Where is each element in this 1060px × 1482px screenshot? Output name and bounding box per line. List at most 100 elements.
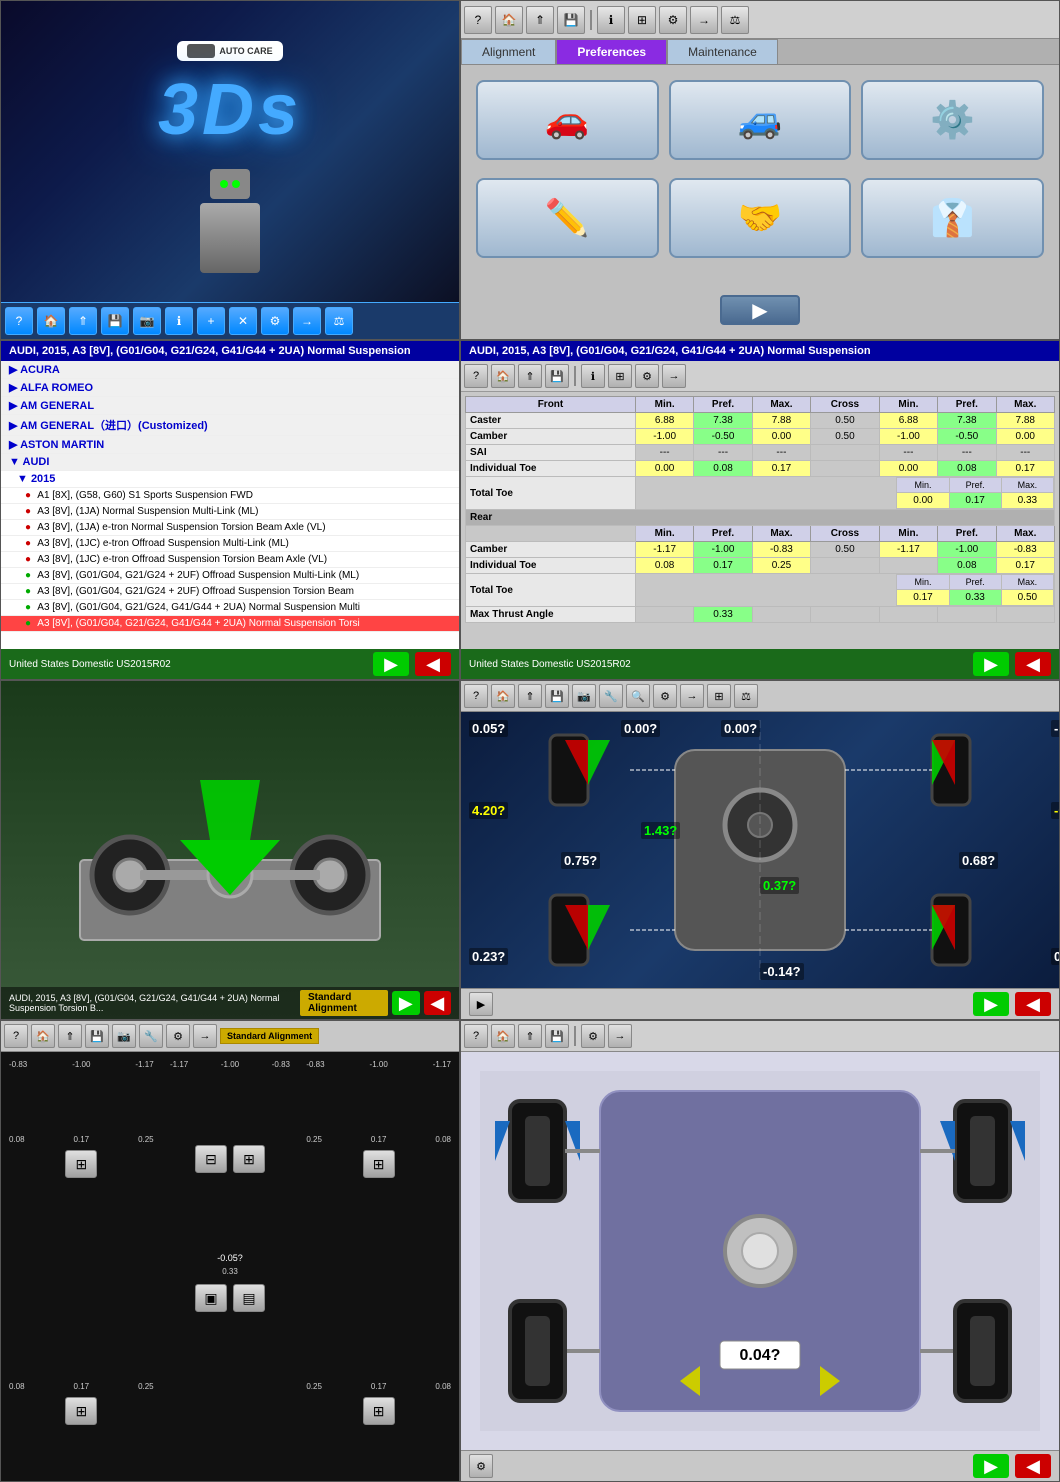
cm-help-btn[interactable]: ? (464, 684, 488, 708)
cm-nav-forward[interactable]: ▶ (973, 992, 1009, 1016)
g-tool-btn[interactable]: 🔧 (139, 1024, 163, 1048)
add-button[interactable]: + (197, 307, 225, 335)
align-nav-btn[interactable]: ⇑ (518, 364, 542, 388)
prefs-arrow-btn[interactable]: → (690, 6, 718, 34)
cm-zoom-btn[interactable]: 🔍 (626, 684, 650, 708)
tab-alignment[interactable]: Alignment (461, 39, 556, 64)
camera-button[interactable]: 📷 (133, 307, 161, 335)
save-button[interactable]: 💾 (101, 307, 129, 335)
prefs-gear-btn[interactable]: ⚙ (659, 6, 687, 34)
model-a3-ml[interactable]: ● A3 [8V], (1JA) Normal Suspension Multi… (1, 504, 459, 520)
vehicle-category-amg[interactable]: ▶ AM GENERAL (1, 397, 459, 415)
vehicle-category-alfa[interactable]: ▶ ALFA ROMEO (1, 379, 459, 397)
vehicle-category-audi[interactable]: ▼ AUDI (1, 454, 459, 471)
cg-icon2[interactable]: ⊞ (233, 1145, 265, 1173)
prefs-help-btn[interactable]: ? (464, 6, 492, 34)
nav-forward-btn[interactable]: ▶ (373, 652, 409, 676)
model-a1[interactable]: ● A1 [8X], (G58, G60) S1 Sports Suspensi… (1, 488, 459, 504)
home-button[interactable]: 🏠 (37, 307, 65, 335)
align-gear-btn[interactable]: ⚙ (635, 364, 659, 388)
close-button[interactable]: ✕ (229, 307, 257, 335)
cm-arrow-btn[interactable]: → (680, 684, 704, 708)
prefs-info-btn[interactable]: ℹ (597, 6, 625, 34)
vd-foot-icon[interactable]: ⚙ (469, 1454, 493, 1478)
cm-scale-btn[interactable]: ⚖ (734, 684, 758, 708)
g-home-btn[interactable]: 🏠 (31, 1024, 55, 1048)
anim-forward-btn[interactable]: ▶ (392, 991, 419, 1015)
cm-tool-btn[interactable]: 🔧 (599, 684, 623, 708)
cm-grid-btn[interactable]: ⊞ (707, 684, 731, 708)
g-cam-btn[interactable]: 📷 (112, 1024, 136, 1048)
vd-help-btn[interactable]: ? (464, 1024, 488, 1048)
align-home-btn[interactable]: 🏠 (491, 364, 515, 388)
nav-back-btn[interactable]: ◀ (415, 652, 451, 676)
pref-icon-handshake[interactable]: 🤝 (669, 178, 852, 258)
cm-cam-btn[interactable]: 📷 (572, 684, 596, 708)
vd-nav-btn[interactable]: ⇑ (518, 1024, 542, 1048)
vd-nav-back[interactable]: ◀ (1015, 1454, 1051, 1478)
prefs-grid-btn[interactable]: ⊞ (628, 6, 656, 34)
gauge-rl-icon1[interactable]: ⊞ (65, 1397, 97, 1425)
arrow-right-button[interactable]: → (293, 307, 321, 335)
gauge-fr-icon1[interactable]: ⊞ (363, 1150, 395, 1178)
align-nav-back[interactable]: ◀ (1015, 652, 1051, 676)
tab-maintenance[interactable]: Maintenance (667, 39, 778, 64)
vehicle-category-amg-import[interactable]: ▶ AM GENERAL（进口）(Customized) (1, 415, 459, 436)
g-save-btn[interactable]: 💾 (85, 1024, 109, 1048)
cg-bicon1[interactable]: ▣ (195, 1284, 227, 1312)
pref-icon-settings[interactable]: 🚙 (669, 80, 852, 160)
cm-nav-back[interactable]: ◀ (1015, 992, 1051, 1016)
gauge-fl-icon1[interactable]: ⊞ (65, 1150, 97, 1178)
g-gear-btn[interactable]: ⚙ (166, 1024, 190, 1048)
g-help-btn[interactable]: ? (4, 1024, 28, 1048)
align-grid-btn[interactable]: ⊞ (608, 364, 632, 388)
align-nav-forward[interactable]: ▶ (973, 652, 1009, 676)
model-a3-etron-beam-vl[interactable]: ● A3 [8V], (1JC) e-tron Offroad Suspensi… (1, 552, 459, 568)
cg-bicon2[interactable]: ▤ (233, 1284, 265, 1312)
vd-nav-forward[interactable]: ▶ (973, 1454, 1009, 1478)
cm-save-btn[interactable]: 💾 (545, 684, 569, 708)
anim-back-btn[interactable]: ◀ (424, 991, 451, 1015)
cg-icon1[interactable]: ⊟ (195, 1145, 227, 1173)
nav-button[interactable]: ⇑ (69, 307, 97, 335)
align-save-btn[interactable]: 💾 (545, 364, 569, 388)
pref-icon-wheel[interactable]: ⚙️ (861, 80, 1044, 160)
vd-gear-btn[interactable]: ⚙ (581, 1024, 605, 1048)
pref-icon-car[interactable]: 🚗 (476, 80, 659, 160)
vd-save-btn[interactable]: 💾 (545, 1024, 569, 1048)
info-button[interactable]: ℹ (165, 307, 193, 335)
cm-gear-btn[interactable]: ⚙ (653, 684, 677, 708)
extra-button[interactable]: ⚖ (325, 307, 353, 335)
prefs-next-btn[interactable]: ▶ (720, 295, 800, 325)
tab-preferences[interactable]: Preferences (556, 39, 667, 64)
model-a3-offroad-beam[interactable]: ● A3 [8V], (G01/G04, G21/G24 + 2UF) Offr… (1, 584, 459, 600)
pref-icon-person[interactable]: 👔 (861, 178, 1044, 258)
gauge-rr-icon1[interactable]: ⊞ (363, 1397, 395, 1425)
prefs-save-btn[interactable]: 💾 (557, 6, 585, 34)
g-arrow-btn[interactable]: → (193, 1024, 217, 1048)
vehicle-year-2015[interactable]: ▼ 2015 (1, 471, 459, 488)
settings-button[interactable]: ⚙ (261, 307, 289, 335)
vehicle-list-area[interactable]: ▶ ACURA ▶ ALFA ROMEO ▶ AM GENERAL ▶ AM G… (1, 361, 459, 649)
model-a3-offroad-ml[interactable]: ● A3 [8V], (G01/G04, G21/G24 + 2UF) Offr… (1, 568, 459, 584)
align-help-btn[interactable]: ? (464, 364, 488, 388)
pref-icon-tools[interactable]: ✏️ (476, 178, 659, 258)
prefs-home-btn[interactable]: 🏠 (495, 6, 523, 34)
prefs-nav-btn[interactable]: ⇑ (526, 6, 554, 34)
cm-nav-btn[interactable]: ⇑ (518, 684, 542, 708)
vd-arrow-btn[interactable]: → (608, 1024, 632, 1048)
model-a3-etron-vl[interactable]: ● A3 [8V], (1JA) e-tron Normal Suspensio… (1, 520, 459, 536)
cm-foot-btn1[interactable]: ▶ (469, 992, 493, 1016)
align-info-btn[interactable]: ℹ (581, 364, 605, 388)
prefs-scale-btn[interactable]: ⚖ (721, 6, 749, 34)
g-nav-btn[interactable]: ⇑ (58, 1024, 82, 1048)
vehicle-category-aston[interactable]: ▶ ASTON MARTIN (1, 436, 459, 454)
align-arrow-btn[interactable]: → (662, 364, 686, 388)
model-a3-normal-multi[interactable]: ● A3 [8V], (G01/G04, G21/G24, G41/G44 + … (1, 600, 459, 616)
model-a3-etron-ml[interactable]: ● A3 [8V], (1JC) e-tron Offroad Suspensi… (1, 536, 459, 552)
vd-home-btn[interactable]: 🏠 (491, 1024, 515, 1048)
model-a3-normal-torsi[interactable]: ● A3 [8V], (G01/G04, G21/G24, G41/G44 + … (1, 616, 459, 632)
vehicle-category-acura[interactable]: ▶ ACURA (1, 361, 459, 379)
cm-home-btn[interactable]: 🏠 (491, 684, 515, 708)
help-button[interactable]: ? (5, 307, 33, 335)
